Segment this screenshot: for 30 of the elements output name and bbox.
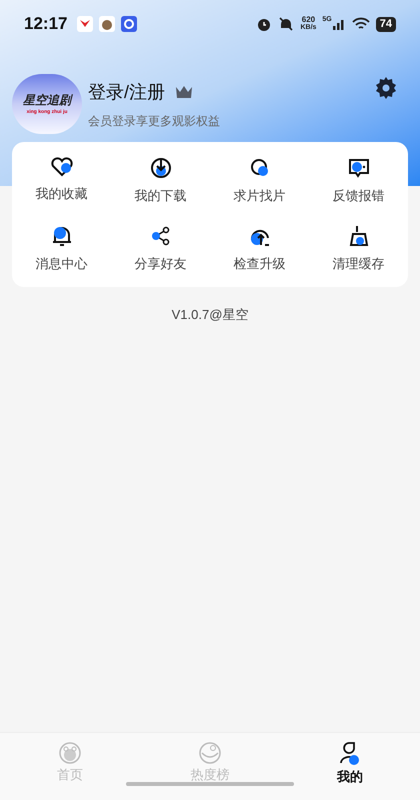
chat-icon [346,156,370,180]
menu-item[interactable]: 清理缓存 [309,224,408,273]
login-link[interactable]: 登录/注册 [88,78,166,106]
battery-level: 74 [376,16,396,32]
tab[interactable]: 我的 [280,741,420,787]
menu-item[interactable]: 我的下载 [111,156,210,206]
settings-icon[interactable] [374,76,398,100]
menu-item[interactable]: 分享好友 [111,224,210,273]
app-notification-icon [77,16,94,32]
heart-icon [50,156,74,178]
face-icon [198,741,222,765]
app-notification-icon [121,16,138,32]
logo-title: 星空追剧 [23,92,71,109]
signal-icon [332,17,346,31]
menu-item[interactable]: 反馈报错 [309,156,408,206]
profile-subtitle: 会员登录享更多观影权益 [88,112,220,130]
wifi-icon [352,17,370,31]
download-icon [148,156,172,180]
version-label: V1.0.7@星空 [172,306,248,324]
network-speed: 620 [302,16,316,24]
menu-item[interactable]: 我的收藏 [12,156,111,206]
menu-item[interactable]: 求片找片 [210,156,309,206]
muted-bell-icon [278,16,294,32]
crown-icon [175,85,194,99]
alarm-icon [256,16,272,32]
home-icon [58,741,82,765]
status-time: 12:17 [24,13,68,36]
menu-item[interactable]: 消息中心 [12,224,111,273]
person-icon [338,741,362,767]
menu-item[interactable]: 检查升级 [210,224,309,273]
